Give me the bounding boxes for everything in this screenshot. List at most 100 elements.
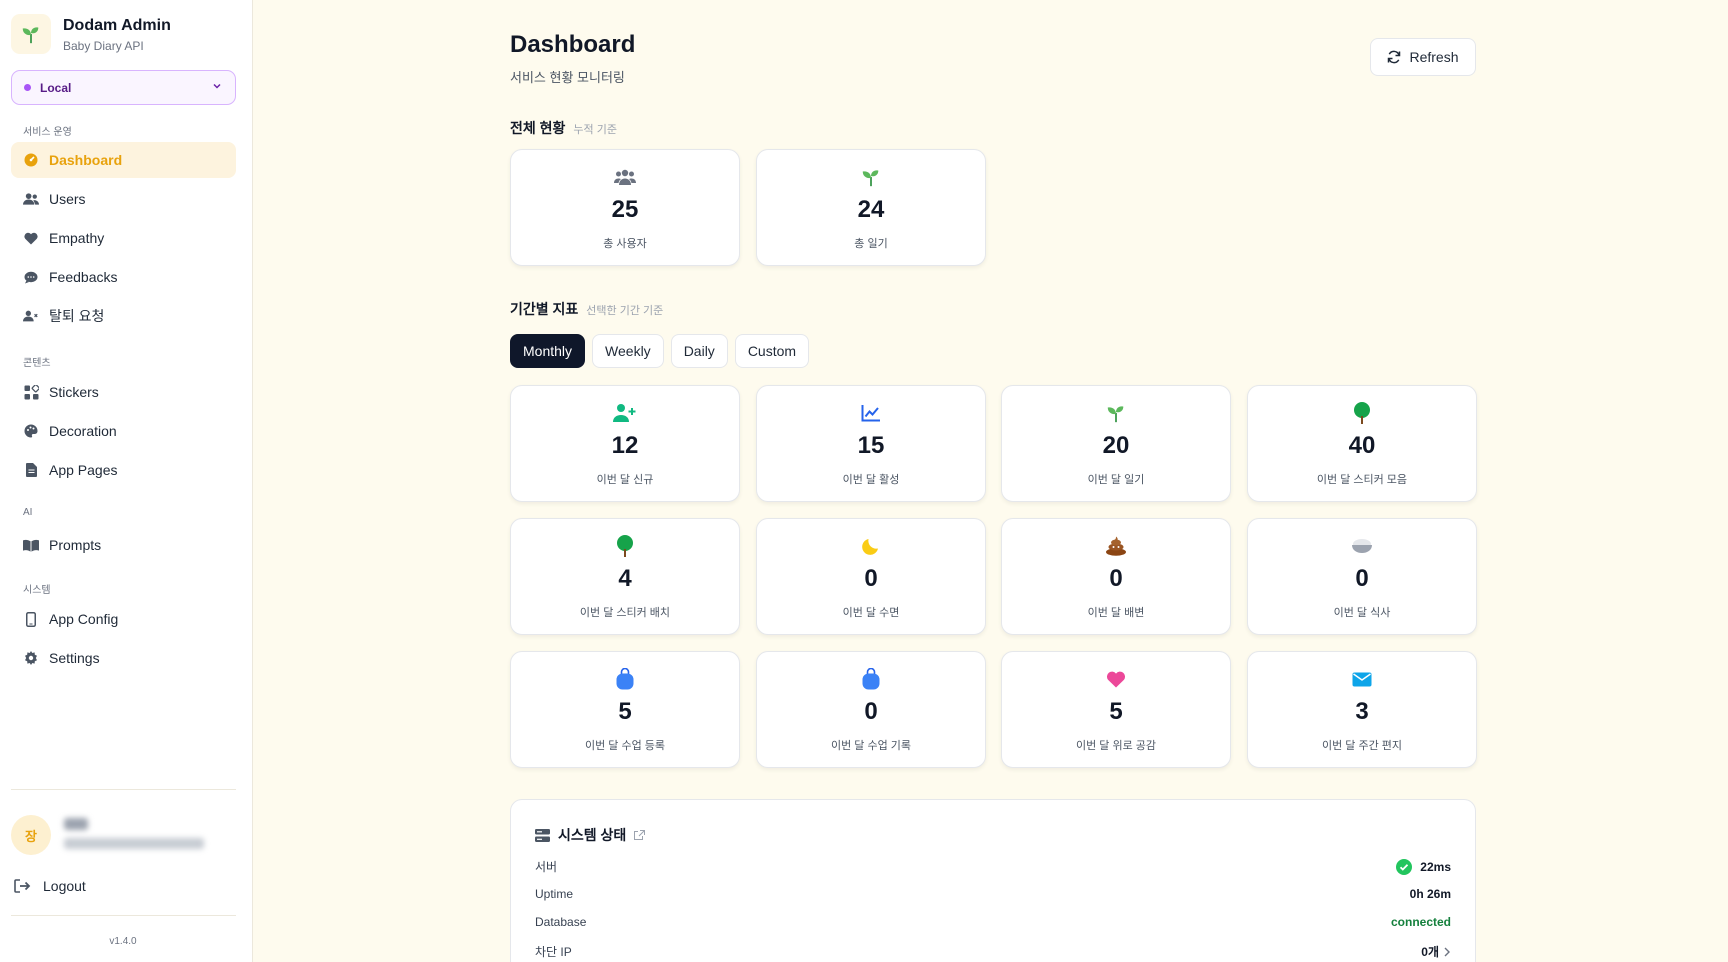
period-hint: 선택한 기간 기준 xyxy=(586,305,664,317)
refresh-button[interactable]: Refresh xyxy=(1370,38,1476,76)
chat-icon xyxy=(23,269,39,285)
stat-card-class-registration: 5 이번 달 수업 등록 xyxy=(510,651,740,768)
external-link-icon[interactable] xyxy=(634,829,646,841)
stat-card-total-diaries: 24 총 일기 xyxy=(756,149,986,266)
logout-label: Logout xyxy=(43,878,86,894)
stat-value: 0 xyxy=(864,565,878,592)
stat-value: 20 xyxy=(1102,432,1130,459)
sidebar-item-label: Stickers xyxy=(49,384,99,400)
heart-icon xyxy=(23,230,39,246)
sticker-icon xyxy=(23,384,39,400)
tab-daily[interactable]: Daily xyxy=(670,334,728,368)
tab-weekly[interactable]: Weekly xyxy=(592,334,664,368)
tab-monthly[interactable]: Monthly xyxy=(510,334,586,368)
file-icon xyxy=(23,462,39,478)
stat-label: 이번 달 수업 기록 xyxy=(830,740,911,752)
sidebar-item-label: Decoration xyxy=(49,423,117,439)
stat-card-sticker-collection: 40 이번 달 스티커 모음 xyxy=(1247,385,1477,502)
stat-card-sleep: 0 이번 달 수면 xyxy=(756,518,986,635)
bag-icon xyxy=(511,668,739,690)
avatar[interactable]: 장 xyxy=(11,815,51,855)
sidebar-item-feedbacks[interactable]: Feedbacks xyxy=(11,259,236,295)
stat-value: 0 xyxy=(864,698,878,725)
chevron-right-icon xyxy=(1443,947,1451,957)
stat-value: 3 xyxy=(1355,698,1369,725)
sidebar-item-label: Feedbacks xyxy=(49,269,118,285)
system-status-panel: 시스템 상태 서버 22ms Uptime 0h 26m Database co… xyxy=(510,799,1476,962)
book-icon xyxy=(23,537,39,553)
gear-icon xyxy=(23,650,39,666)
tab-custom[interactable]: Custom xyxy=(734,334,810,368)
stat-label: 총 일기 xyxy=(854,238,888,250)
system-row-label: 차단 IP xyxy=(535,945,572,959)
sprout-icon xyxy=(757,166,985,188)
palette-icon xyxy=(23,423,39,439)
chevron-down-icon xyxy=(211,80,223,95)
stat-label: 총 사용자 xyxy=(603,238,647,250)
sidebar-item-label: App Config xyxy=(49,611,119,627)
sidebar-item-label: 탈퇴 요청 xyxy=(49,308,105,324)
envelope-icon xyxy=(1248,668,1476,690)
sidebar-item-label: Dashboard xyxy=(49,152,123,168)
sidebar-item-dashboard[interactable]: Dashboard xyxy=(11,142,236,178)
stat-card-comfort-empathy: 5 이번 달 위로 공감 xyxy=(1001,651,1231,768)
stat-card-new-users: 12 이번 달 신규 xyxy=(510,385,740,502)
sidebar-item-label: Empathy xyxy=(49,230,105,246)
sidebar-item-withdrawal[interactable]: 탈퇴 요청 xyxy=(11,298,236,334)
stat-label: 이번 달 위로 공감 xyxy=(1075,740,1156,752)
sprout-logo-icon xyxy=(11,14,51,54)
stat-label: 이번 달 일기 xyxy=(1087,474,1145,486)
sidebar-item-app-pages[interactable]: App Pages xyxy=(11,452,236,488)
user-name-redacted xyxy=(64,818,88,830)
sidebar-item-app-config[interactable]: App Config xyxy=(11,601,236,637)
sidebar-item-decoration[interactable]: Decoration xyxy=(11,413,236,449)
system-row-label: Database xyxy=(535,915,587,929)
stat-value: 15 xyxy=(857,432,885,459)
environment-select[interactable]: Local xyxy=(11,70,236,105)
user-plus-icon xyxy=(511,402,739,424)
sidebar-item-empathy[interactable]: Empathy xyxy=(11,220,236,256)
sidebar: Dodam Admin Baby Diary API Local 서비스 운영 … xyxy=(0,0,253,962)
sidebar-item-prompts[interactable]: Prompts xyxy=(11,527,236,563)
sidebar-item-users[interactable]: Users xyxy=(11,181,236,217)
sidebar-item-settings[interactable]: Settings xyxy=(11,640,236,676)
refresh-label: Refresh xyxy=(1409,49,1459,65)
dashboard-icon xyxy=(23,152,39,168)
brand: Dodam Admin Baby Diary API xyxy=(11,14,171,54)
stat-card-total-users: 25 총 사용자 xyxy=(510,149,740,266)
overall-hint: 누적 기준 xyxy=(573,124,617,136)
phone-icon xyxy=(23,611,39,627)
sidebar-item-label: App Pages xyxy=(49,462,118,478)
server-latency: 22ms xyxy=(1420,859,1451,874)
system-status-title: 시스템 상태 xyxy=(558,827,627,843)
server-icon xyxy=(535,828,550,842)
page-subtitle: 서비스 현황 모니터링 xyxy=(510,70,625,85)
divider xyxy=(11,789,236,790)
stat-card-sticker-placement: 4 이번 달 스티커 배치 xyxy=(510,518,740,635)
sidebar-item-stickers[interactable]: Stickers xyxy=(11,374,236,410)
system-row-database: Database connected xyxy=(535,915,1451,929)
stat-label: 이번 달 수면 xyxy=(842,607,900,619)
environment-label: Local xyxy=(40,80,72,95)
system-row-value: 0h 26m xyxy=(1409,887,1451,901)
stat-label: 이번 달 스티커 배치 xyxy=(579,607,671,619)
system-row-blocked-ip[interactable]: 차단 IP 0개 xyxy=(535,943,1451,960)
users-icon xyxy=(511,166,739,188)
divider xyxy=(11,915,236,916)
moon-icon xyxy=(757,535,985,557)
system-status-header: 시스템 상태 xyxy=(535,825,646,845)
system-row-server: 서버 22ms xyxy=(535,858,1451,875)
bag-icon xyxy=(757,668,985,690)
stat-value: 40 xyxy=(1348,432,1376,459)
stat-label: 이번 달 신규 xyxy=(596,474,654,486)
stat-value: 12 xyxy=(611,432,639,459)
logout-button[interactable]: Logout xyxy=(14,878,86,894)
page-title: Dashboard xyxy=(510,31,636,58)
system-row-value: connected xyxy=(1390,915,1451,929)
system-row-value: 22ms xyxy=(1396,858,1451,875)
poop-icon xyxy=(1002,535,1230,557)
period-title: 기간별 지표 xyxy=(510,301,579,317)
sprout-icon xyxy=(1002,402,1230,424)
stat-value: 5 xyxy=(1109,698,1123,725)
overall-section-header: 전체 현황 누적 기준 xyxy=(510,118,617,138)
